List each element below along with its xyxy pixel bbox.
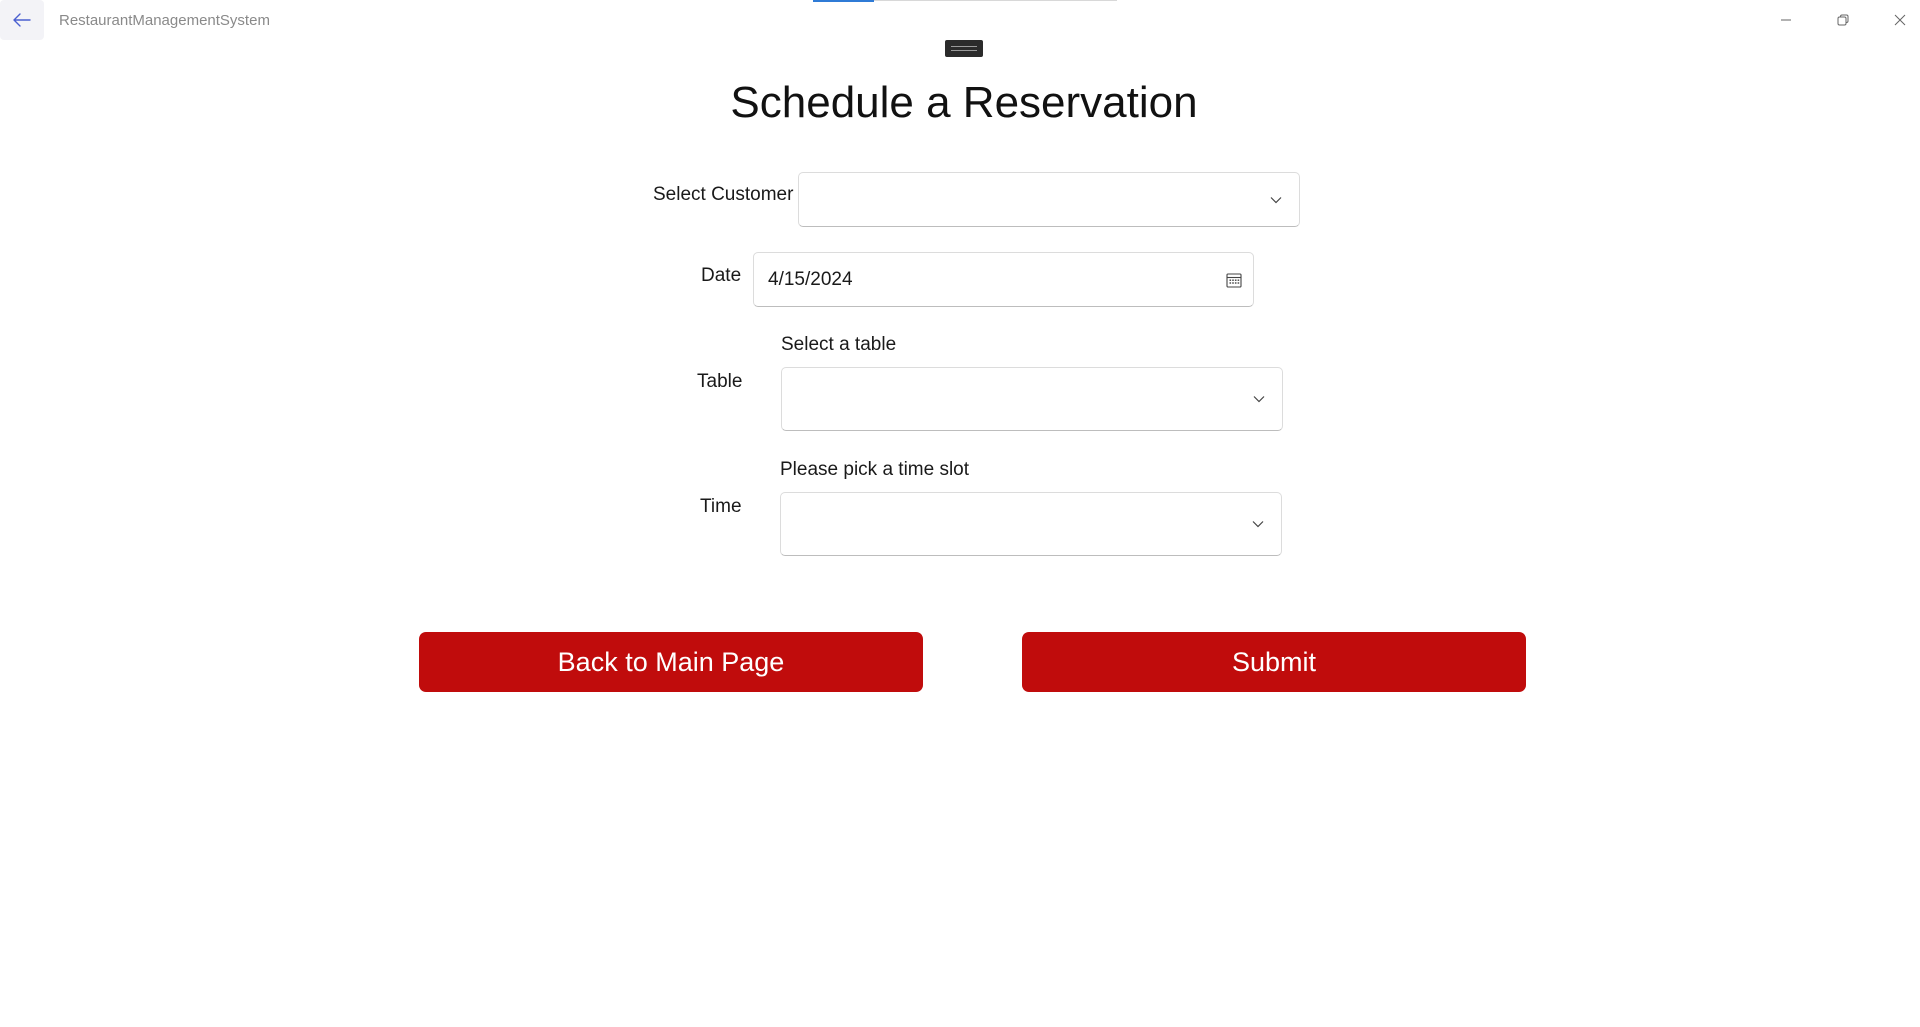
reservation-page: RestaurantManagementSystem Schedule a Re… xyxy=(0,0,1920,1027)
arrow-left-icon xyxy=(13,13,31,27)
time-combobox[interactable] xyxy=(780,492,1282,556)
time-header: Please pick a time slot xyxy=(780,459,970,480)
page-title: Schedule a Reservation xyxy=(730,78,1198,127)
date-label: Date xyxy=(701,265,742,286)
table-combobox[interactable] xyxy=(781,367,1283,431)
restore-icon xyxy=(1837,14,1849,26)
time-label: Time xyxy=(700,496,742,517)
calendar-icon[interactable] xyxy=(1226,272,1242,288)
table-header: Select a table xyxy=(781,334,897,355)
close-icon xyxy=(1894,14,1906,26)
app-title: RestaurantManagementSystem xyxy=(59,12,270,29)
drag-handle-icon[interactable] xyxy=(945,40,983,57)
close-button[interactable] xyxy=(1888,8,1912,32)
submit-button[interactable]: Submit xyxy=(1022,632,1526,692)
chevron-down-icon xyxy=(1253,396,1265,403)
minimize-button[interactable] xyxy=(1774,8,1798,32)
customer-label: Select Customer xyxy=(653,184,794,205)
table-label: Table xyxy=(697,371,743,392)
chevron-down-icon xyxy=(1252,521,1264,528)
back-nav-button[interactable] xyxy=(0,0,44,40)
date-value: 4/15/2024 xyxy=(768,268,853,290)
customer-combobox[interactable] xyxy=(798,172,1300,227)
top-indicator-active xyxy=(813,0,874,2)
minimize-icon xyxy=(1781,19,1791,21)
back-to-main-button[interactable]: Back to Main Page xyxy=(419,632,923,692)
date-picker[interactable]: 4/15/2024 xyxy=(753,252,1254,307)
restore-button[interactable] xyxy=(1831,8,1855,32)
chevron-down-icon xyxy=(1270,196,1282,203)
